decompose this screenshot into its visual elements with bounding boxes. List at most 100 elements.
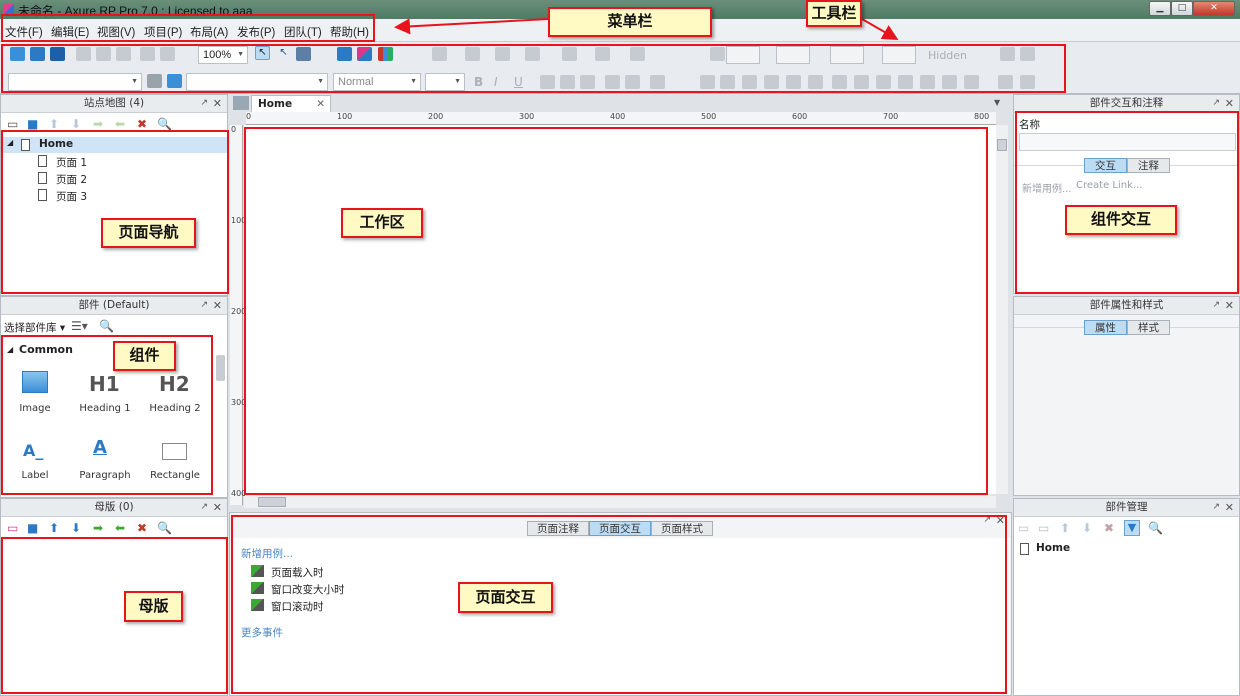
menu-publish[interactable]: 发布(P) xyxy=(237,24,275,40)
bring-forward-icon[interactable] xyxy=(786,75,801,89)
line-color-icon[interactable] xyxy=(595,47,610,61)
label-icon[interactable]: A_ xyxy=(23,441,43,460)
close-icon[interactable]: ✕ xyxy=(996,514,1005,527)
pin-icon[interactable]: ↗ xyxy=(1212,499,1220,516)
vertical-scrollbar[interactable] xyxy=(996,125,1008,494)
add-icon[interactable]: ▭ xyxy=(1018,521,1029,535)
add-master-icon[interactable]: ▭ xyxy=(7,521,18,535)
line-width-icon[interactable] xyxy=(465,47,480,61)
line-style-icon[interactable] xyxy=(495,47,510,61)
pin-icon[interactable]: ↗ xyxy=(1212,297,1220,314)
align-bottom-icon[interactable] xyxy=(942,75,957,89)
save-icon[interactable] xyxy=(50,47,65,61)
close-icon[interactable]: ✕ xyxy=(1225,297,1234,314)
menu-edit[interactable]: 编辑(E) xyxy=(51,24,89,40)
close-icon[interactable]: ✕ xyxy=(1225,499,1234,516)
close-icon[interactable]: ✕ xyxy=(213,499,222,516)
preview-icon[interactable] xyxy=(337,47,352,61)
send-backward-icon[interactable] xyxy=(808,75,823,89)
heading2-icon[interactable]: H2 xyxy=(159,372,190,396)
library-select[interactable]: 选择部件库 ▾ xyxy=(4,320,65,335)
align-center-icon[interactable] xyxy=(560,75,575,89)
move-up-icon[interactable]: ⬆ xyxy=(1060,521,1070,535)
width-input[interactable] xyxy=(830,46,864,64)
fill-style-icon[interactable] xyxy=(432,47,447,61)
close-icon[interactable]: ✕ xyxy=(1225,95,1234,112)
design-canvas[interactable] xyxy=(244,125,996,494)
menu-help[interactable]: 帮助(H) xyxy=(330,24,369,40)
scroll-thumb[interactable] xyxy=(258,497,286,507)
tab-page-style[interactable]: 页面样式 xyxy=(651,521,713,536)
publish-icon[interactable] xyxy=(378,47,393,61)
menu-team[interactable]: 团队(T) xyxy=(284,24,322,40)
tab-page-interactions[interactable]: 页面交互 xyxy=(589,521,651,536)
format-painter-icon[interactable] xyxy=(147,74,162,88)
paragraph-icon[interactable]: A xyxy=(93,437,107,458)
layer-order-icon[interactable] xyxy=(1020,47,1035,61)
event-window-resize[interactable]: 窗口改变大小时 xyxy=(271,582,345,597)
bullet-list-icon[interactable] xyxy=(605,75,620,89)
fill-color-icon[interactable] xyxy=(562,47,577,61)
tab-interactions[interactable]: 交互 xyxy=(1084,158,1127,173)
menu-project[interactable]: 项目(P) xyxy=(144,24,182,40)
align-center-edge-icon[interactable] xyxy=(854,75,869,89)
move-down-icon[interactable]: ⬇ xyxy=(71,117,81,131)
pin-icon[interactable]: ↗ xyxy=(1212,95,1220,112)
widget-name-select[interactable]: ▼ xyxy=(8,73,142,91)
close-icon[interactable]: ✕ xyxy=(316,98,325,110)
send-back-icon[interactable] xyxy=(764,75,779,89)
menu-layout[interactable]: 布局(A) xyxy=(190,24,228,40)
widget-name-input[interactable] xyxy=(1019,133,1236,151)
sitemap-page-2[interactable]: 页面 2 xyxy=(56,172,87,187)
scrollbar[interactable] xyxy=(216,355,225,381)
share-icon[interactable] xyxy=(357,47,372,61)
delete-icon[interactable]: ✖ xyxy=(137,521,147,535)
connector-icon[interactable] xyxy=(296,47,311,61)
tab-menu-icon[interactable]: ▼ xyxy=(994,98,1000,107)
y-input[interactable] xyxy=(776,46,810,64)
heading1-icon[interactable]: H1 xyxy=(89,372,120,396)
more-events-link[interactable]: 更多事件 xyxy=(241,625,283,640)
align-middle-icon[interactable] xyxy=(920,75,935,89)
move-down-icon[interactable]: ⬇ xyxy=(71,521,81,535)
zoom-select[interactable]: 100% ▼ xyxy=(198,46,248,64)
intersect-select-icon[interactable]: ↖ xyxy=(276,47,291,61)
tab-properties[interactable]: 属性 xyxy=(1084,320,1127,335)
pin-icon[interactable]: ↗ xyxy=(200,95,208,112)
distribute-h-icon[interactable] xyxy=(964,75,979,89)
layer-icon[interactable] xyxy=(1000,47,1015,61)
add-case-link[interactable]: 新增用例... xyxy=(241,546,293,561)
add-case-link[interactable]: 新增用例... xyxy=(1022,180,1072,195)
align-top-icon[interactable] xyxy=(898,75,913,89)
rectangle-icon[interactable] xyxy=(162,443,187,460)
create-link[interactable]: Create Link... xyxy=(1076,180,1142,191)
paste-icon[interactable] xyxy=(116,47,131,61)
undo-icon[interactable] xyxy=(140,47,155,61)
widget-mgr-home[interactable]: Home xyxy=(1036,542,1070,554)
copy-icon[interactable] xyxy=(96,47,111,61)
align-right-icon[interactable] xyxy=(580,75,595,89)
add-folder-icon[interactable]: ■ xyxy=(27,117,38,131)
tab-notes[interactable]: 注释 xyxy=(1127,158,1170,173)
image-icon[interactable] xyxy=(22,371,48,393)
unlock-icon[interactable] xyxy=(1020,75,1035,89)
search-icon[interactable]: 🔍 xyxy=(157,117,172,131)
minimize-button[interactable]: ▁ xyxy=(1149,1,1171,16)
ungroup-icon[interactable] xyxy=(720,75,735,89)
indent-icon[interactable]: ➡ xyxy=(93,521,103,535)
height-input[interactable] xyxy=(882,46,916,64)
align-left-icon[interactable] xyxy=(540,75,555,89)
font-style-select[interactable]: Normal ▼ xyxy=(333,73,421,91)
copy-icon[interactable]: ▭ xyxy=(1038,521,1049,535)
italic-icon[interactable]: I xyxy=(494,75,509,89)
delete-icon[interactable]: ✖ xyxy=(1104,521,1114,535)
font-size-select[interactable]: ▼ xyxy=(425,73,465,91)
style-picker-icon[interactable] xyxy=(167,74,182,88)
pin-icon[interactable]: ↗ xyxy=(983,515,991,525)
maximize-button[interactable]: □ xyxy=(1171,1,1193,16)
redo-icon[interactable] xyxy=(160,47,175,61)
search-icon[interactable]: 🔍 xyxy=(157,521,172,535)
cut-icon[interactable] xyxy=(76,47,91,61)
sitemap-home[interactable]: Home xyxy=(39,138,73,150)
menu-file[interactable]: 文件(F) xyxy=(5,24,43,40)
